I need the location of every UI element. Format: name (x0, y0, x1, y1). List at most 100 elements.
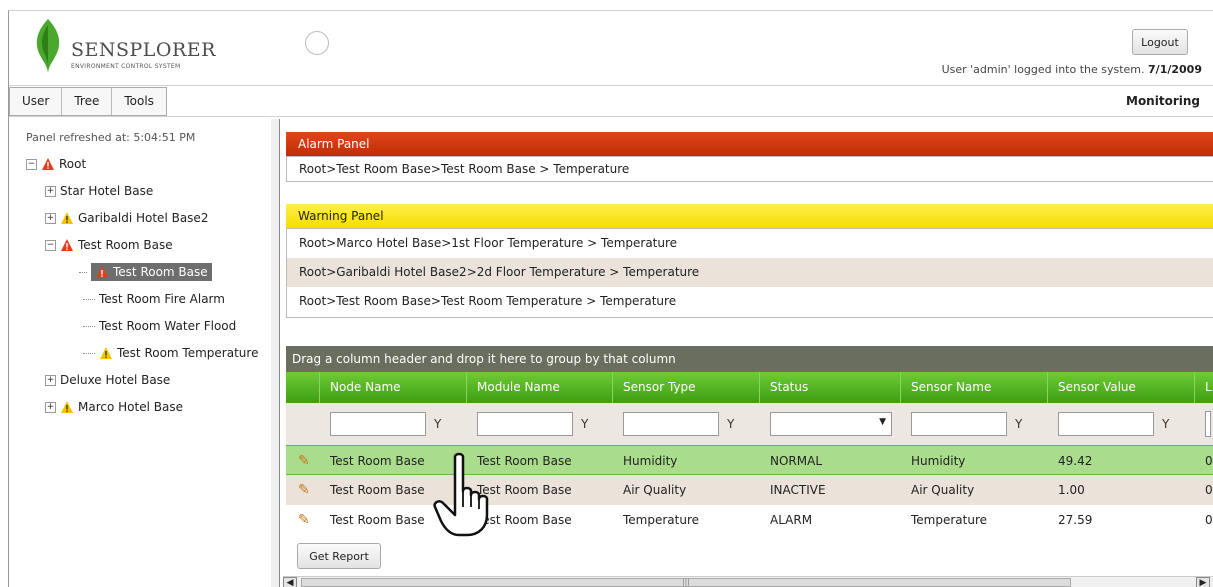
filter-icon[interactable]: Y (727, 417, 734, 431)
table-row[interactable]: ✎ Test Room Base Test Room Base Air Qual… (286, 475, 1213, 505)
filter-sensor-type-input[interactable] (623, 412, 719, 436)
expand-icon[interactable]: + (45, 374, 56, 386)
tree-node-garibaldi[interactable]: + Garibaldi Hotel Base2 (45, 207, 208, 229)
expand-icon[interactable]: + (45, 212, 56, 224)
tree-node-test-room-base[interactable]: − Test Room Base (45, 234, 173, 256)
tree-node-deluxe[interactable]: + Deluxe Hotel Base (45, 369, 170, 391)
header: SENSPLORER ENVIRONMENT CONTROL SYSTEM Lo… (9, 11, 1213, 85)
alarm-panel-header: Alarm Panel (286, 132, 1213, 156)
cell-sensor-name: Air Quality (911, 483, 975, 497)
tree-label: Garibaldi Hotel Base2 (78, 211, 209, 225)
menu-bar: User Tree Tools Monitoring (9, 85, 1213, 117)
tree-label: Star Hotel Base (60, 184, 154, 198)
refresh-status: Panel refreshed at: 5:04:51 PM (26, 131, 196, 144)
filter-status-select[interactable] (770, 412, 892, 436)
cell-sensor-value: 27.59 (1058, 513, 1093, 527)
column-status[interactable]: Status (760, 372, 901, 403)
cell-status: NORMAL (770, 454, 823, 468)
tree-node-test-room-base-child[interactable]: Test Room Base (79, 261, 212, 283)
column-sensor-value[interactable]: Sensor Value (1048, 372, 1195, 403)
collapse-icon[interactable]: − (26, 158, 37, 170)
cell-truncated: 0 (1205, 483, 1213, 497)
filter-sensor-value-input[interactable] (1058, 412, 1154, 436)
main-menu: User Tree Tools (9, 87, 167, 116)
filter-row: Y Y Y Y Y (286, 403, 1213, 445)
tree-label: Test Room Temperature (117, 346, 259, 360)
tree-node-root[interactable]: − Root (26, 153, 86, 175)
filter-icon[interactable]: Y (434, 417, 441, 431)
login-date: 7/1/2009 (1148, 63, 1202, 76)
expand-icon[interactable]: + (45, 401, 56, 413)
filter-node-name-input[interactable] (330, 412, 426, 436)
alarm-icon (42, 158, 54, 170)
filter-truncated-input[interactable] (1205, 411, 1211, 437)
tree-node-star-hotel[interactable]: + Star Hotel Base (45, 180, 153, 202)
alarm-icon (61, 239, 73, 251)
expand-icon[interactable]: + (45, 185, 56, 197)
warning-item[interactable]: Root>Garibaldi Hotel Base2>2d Floor Temp… (287, 258, 1213, 287)
column-truncated[interactable]: L (1195, 372, 1213, 403)
tree-label: Marco Hotel Base (78, 400, 183, 414)
tree-node-marco[interactable]: + Marco Hotel Base (45, 396, 183, 418)
tree-node-fire-alarm[interactable]: Test Room Fire Alarm (83, 288, 225, 310)
collapse-icon[interactable]: − (45, 239, 56, 251)
edit-pencil-icon[interactable]: ✎ (286, 475, 320, 505)
cell-truncated: 0 (1205, 454, 1213, 468)
warning-item[interactable]: Root>Marco Hotel Base>1st Floor Temperat… (287, 229, 1213, 258)
login-text: User 'admin' logged into the system. (941, 63, 1145, 76)
group-by-bar[interactable]: Drag a column header and drop it here to… (286, 346, 1213, 372)
menu-item-tree[interactable]: Tree (62, 88, 113, 115)
warning-item[interactable]: Root>Test Room Base>Test Room Temperatur… (287, 287, 1213, 316)
scroll-left-icon[interactable]: ◀ (283, 577, 297, 587)
cell-status: ALARM (770, 513, 813, 527)
menu-item-tools[interactable]: Tools (112, 88, 166, 115)
logout-button[interactable]: Logout (1132, 29, 1188, 55)
filter-module-name-input[interactable] (477, 412, 573, 436)
warning-panel-header: Warning Panel (286, 204, 1213, 228)
filter-icon[interactable]: Y (1015, 417, 1022, 431)
filter-sensor-name-input[interactable] (911, 412, 1007, 436)
panel-splitter[interactable] (271, 119, 280, 587)
tree-node-temperature[interactable]: Test Room Temperature (83, 342, 258, 364)
horizontal-scrollbar[interactable]: ◀ ||| ▶ (283, 576, 1213, 587)
edit-column-header (286, 372, 320, 403)
tree-node-water-flood[interactable]: Test Room Water Flood (83, 315, 236, 337)
cell-sensor-type: Air Quality (623, 483, 687, 497)
column-sensor-type[interactable]: Sensor Type (613, 372, 760, 403)
alarm-item[interactable]: Root>Test Room Base>Test Room Base > Tem… (287, 157, 1213, 181)
table-row[interactable]: ✎ Test Room Base Test Room Base Temperat… (286, 505, 1213, 535)
alarm-icon (96, 266, 108, 278)
column-module-name[interactable]: Module Name (467, 372, 613, 403)
logo: SENSPLORER ENVIRONMENT CONTROL SYSTEM (23, 17, 223, 75)
circle-decoration (305, 31, 329, 55)
cell-sensor-name: Humidity (911, 454, 966, 468)
login-info: User 'admin' logged into the system. 7/1… (942, 63, 1202, 76)
menu-item-user[interactable]: User (10, 88, 63, 115)
hand-cursor-icon (433, 452, 489, 537)
app-window: SENSPLORER ENVIRONMENT CONTROL SYSTEM Lo… (8, 10, 1213, 587)
warning-icon (61, 212, 73, 224)
selected-node[interactable]: Test Room Base (91, 263, 212, 281)
warning-icon (61, 401, 73, 413)
cell-sensor-type: Humidity (623, 454, 678, 468)
cell-sensor-value: 1.00 (1058, 483, 1085, 497)
cell-sensor-type: Temperature (623, 513, 700, 527)
get-report-button[interactable]: Get Report (297, 543, 381, 569)
scroll-right-icon[interactable]: ▶ (1196, 577, 1210, 587)
filter-icon[interactable]: Y (581, 417, 588, 431)
column-sensor-name[interactable]: Sensor Name (901, 372, 1048, 403)
cell-sensor-name: Temperature (911, 513, 988, 527)
tree-label: Test Room Base (113, 265, 208, 279)
tree-label: Test Room Fire Alarm (99, 292, 225, 306)
table-row[interactable]: ✎ Test Room Base Test Room Base Humidity… (286, 445, 1213, 475)
filter-icon[interactable]: Y (1162, 417, 1169, 431)
grid-header: Node Name Module Name Sensor Type Status… (286, 372, 1213, 403)
edit-pencil-icon[interactable]: ✎ (286, 446, 320, 474)
tree-label: Root (59, 157, 87, 171)
scroll-thumb[interactable]: ||| (301, 578, 1071, 587)
alarm-panel: Root>Test Room Base>Test Room Base > Tem… (286, 156, 1213, 182)
edit-pencil-icon[interactable]: ✎ (286, 505, 320, 535)
cell-sensor-value: 49.42 (1058, 454, 1093, 468)
column-node-name[interactable]: Node Name (320, 372, 467, 403)
tree-panel: Panel refreshed at: 5:04:51 PM − Root + … (9, 119, 272, 587)
